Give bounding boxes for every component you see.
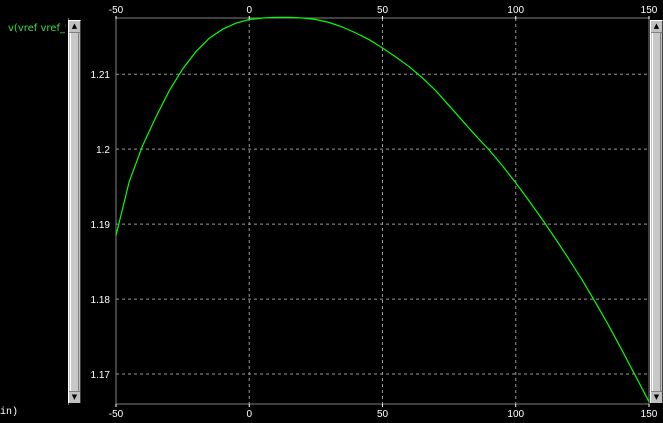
x-tick-label-bottom: 50 — [377, 409, 389, 420]
y-tick-label: 1.19 — [91, 220, 111, 231]
x-tick-label-bottom: 100 — [507, 409, 524, 420]
y-tick-label: 1.2 — [96, 145, 110, 156]
x-tick-label-top: 50 — [377, 5, 389, 16]
x-tick-label-bottom: 0 — [246, 409, 252, 420]
y-tick-label: 1.18 — [91, 295, 111, 306]
x-tick-label-top: 100 — [507, 5, 524, 16]
x-tick-label-top: 0 — [246, 5, 252, 16]
y-tick-label: 1.21 — [91, 70, 111, 81]
x-tick-label-top: 150 — [641, 5, 658, 16]
waveform-chart[interactable]: -50-500050501001001501501.171.181.191.21… — [0, 0, 663, 423]
x-tick-label-top: -50 — [109, 5, 124, 16]
x-tick-label-bottom: -50 — [109, 409, 124, 420]
x-tick-label-bottom: 150 — [641, 409, 658, 420]
y-tick-label: 1.17 — [91, 370, 111, 381]
